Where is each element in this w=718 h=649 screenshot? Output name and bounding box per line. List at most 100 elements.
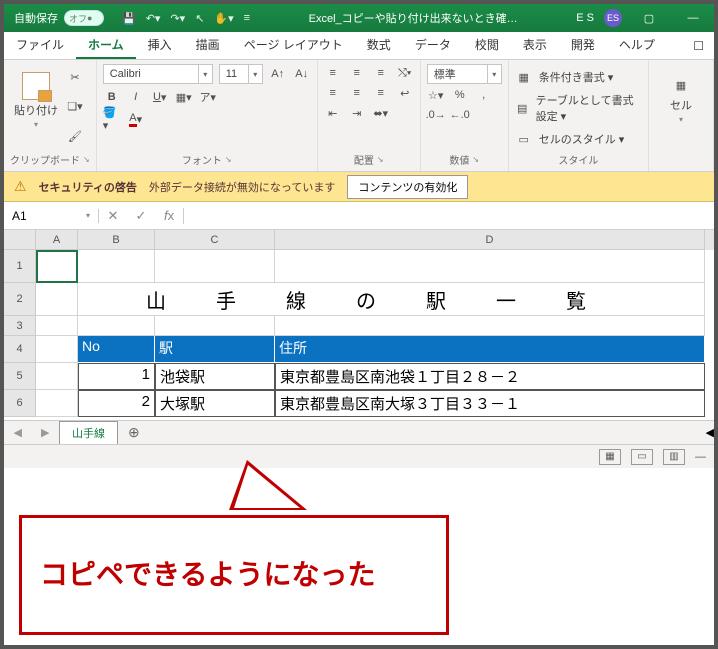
- align-top-icon[interactable]: ≡: [324, 64, 342, 82]
- hscroll-left-icon[interactable]: ◀: [706, 426, 714, 439]
- tab-help[interactable]: ヘルプ: [607, 31, 667, 59]
- table-row[interactable]: 東京都豊島区南大塚３丁目３３－１: [275, 390, 705, 417]
- spreadsheet-grid[interactable]: A B C D 1 2 山手線の駅一覧 3 4 No 駅 住所 5: [4, 230, 714, 420]
- minimize-icon[interactable]: —: [676, 4, 710, 32]
- row-header-6[interactable]: 6: [4, 390, 36, 417]
- font-color-icon[interactable]: A▾: [127, 110, 145, 128]
- table-row[interactable]: 1: [78, 363, 155, 390]
- qat-dropdown-icon[interactable]: ≡: [244, 12, 250, 24]
- th-address[interactable]: 住所: [275, 336, 705, 363]
- cells-button[interactable]: ▦ セル▾: [655, 64, 707, 136]
- fx-icon[interactable]: fx: [155, 208, 183, 224]
- font-name-combo[interactable]: Calibri▾: [103, 64, 213, 84]
- tab-insert[interactable]: 挿入: [136, 31, 184, 59]
- tab-layout[interactable]: ページ レイアウト: [232, 31, 355, 59]
- underline-button[interactable]: U▾: [151, 88, 169, 106]
- decrease-indent-icon[interactable]: ⇤: [324, 104, 342, 122]
- bold-button[interactable]: B: [103, 88, 121, 106]
- border-icon[interactable]: ▦▾: [175, 88, 193, 106]
- row-header-5[interactable]: 5: [4, 363, 36, 390]
- avatar[interactable]: ES: [604, 9, 622, 27]
- row-header-1[interactable]: 1: [4, 250, 36, 283]
- align-middle-icon[interactable]: ≡: [348, 64, 366, 82]
- increase-font-icon[interactable]: A↑: [269, 65, 287, 83]
- undo-icon[interactable]: ↶▾: [146, 12, 161, 25]
- autosave-toggle[interactable]: 自動保存 オフ●: [4, 10, 114, 26]
- zoom-out-icon[interactable]: —: [695, 451, 706, 463]
- tab-developer[interactable]: 開発: [559, 31, 607, 59]
- save-icon[interactable]: 💾: [122, 12, 136, 25]
- page-break-view-icon[interactable]: ▥: [663, 449, 685, 465]
- currency-icon[interactable]: ☆▾: [427, 86, 445, 104]
- dialog-launcher-icon[interactable]: ↘: [83, 155, 90, 164]
- decrease-font-icon[interactable]: A↓: [293, 65, 311, 83]
- tab-nav-prev-icon[interactable]: ◀: [14, 426, 22, 439]
- page-layout-view-icon[interactable]: ▭: [631, 449, 653, 465]
- tab-home[interactable]: ホーム: [76, 31, 136, 59]
- italic-button[interactable]: I: [127, 88, 145, 106]
- sheet-tab[interactable]: 山手線: [59, 421, 118, 444]
- tab-formulas[interactable]: 数式: [355, 31, 403, 59]
- cell-styles-button[interactable]: ▭セルのスタイル ▾: [515, 130, 642, 148]
- toggle-off-icon[interactable]: オフ●: [64, 10, 104, 26]
- merge-icon[interactable]: ⬌▾: [372, 104, 390, 122]
- cursor-icon[interactable]: ↖: [195, 12, 204, 25]
- th-no[interactable]: No: [78, 336, 155, 363]
- cell-title[interactable]: 山手線の駅一覧: [78, 283, 705, 316]
- fill-color-icon[interactable]: 🪣▾: [103, 110, 121, 128]
- table-row[interactable]: 池袋駅: [155, 363, 275, 390]
- format-as-table-button[interactable]: ▤テーブルとして書式設定 ▾: [515, 92, 642, 124]
- row-header-3[interactable]: 3: [4, 316, 36, 336]
- col-header-A[interactable]: A: [36, 230, 78, 250]
- increase-indent-icon[interactable]: ⇥: [348, 104, 366, 122]
- cell-D1[interactable]: [275, 250, 705, 283]
- font-size-combo[interactable]: 11▾: [219, 64, 263, 84]
- ribbon-display-icon[interactable]: ▢: [632, 4, 666, 32]
- wrap-text-icon[interactable]: ↩: [396, 84, 414, 102]
- cell-A1[interactable]: [36, 250, 78, 283]
- cancel-icon[interactable]: ✕: [99, 208, 127, 224]
- redo-icon[interactable]: ↷▾: [170, 12, 185, 25]
- touch-icon[interactable]: ✋▾: [214, 12, 233, 25]
- format-painter-icon[interactable]: 🖌: [66, 127, 84, 145]
- align-right-icon[interactable]: ≡: [372, 84, 390, 102]
- th-station[interactable]: 駅: [155, 336, 275, 363]
- comma-icon[interactable]: ,: [475, 86, 493, 104]
- conditional-formatting-button[interactable]: ▦条件付き書式 ▾: [515, 68, 642, 86]
- tab-view[interactable]: 表示: [511, 31, 559, 59]
- tab-data[interactable]: データ: [403, 31, 463, 59]
- add-sheet-icon[interactable]: ⊕: [118, 424, 150, 441]
- col-header-D[interactable]: D: [275, 230, 705, 250]
- enter-icon[interactable]: ✓: [127, 208, 155, 224]
- table-row[interactable]: 2: [78, 390, 155, 417]
- dialog-launcher-icon[interactable]: ↘: [225, 155, 232, 164]
- align-center-icon[interactable]: ≡: [348, 84, 366, 102]
- tab-draw[interactable]: 描画: [184, 31, 232, 59]
- tab-review[interactable]: 校閲: [463, 31, 511, 59]
- decrease-decimal-icon[interactable]: ←.0: [451, 106, 469, 124]
- table-row[interactable]: 東京都豊島区南池袋１丁目２８－２: [275, 363, 705, 390]
- dialog-launcher-icon[interactable]: ↘: [472, 155, 479, 164]
- select-all-box[interactable]: [4, 230, 36, 250]
- tab-nav-next-icon[interactable]: ▶: [41, 426, 49, 439]
- share-button[interactable]: ☐: [681, 34, 714, 59]
- cell-C1[interactable]: [155, 250, 275, 283]
- orientation-icon[interactable]: ⤭▾: [396, 64, 414, 82]
- table-row[interactable]: 大塚駅: [155, 390, 275, 417]
- row-header-4[interactable]: 4: [4, 336, 36, 363]
- dialog-launcher-icon[interactable]: ↘: [377, 155, 384, 164]
- cell-A2[interactable]: [36, 283, 78, 316]
- paste-button[interactable]: 貼り付け ▾: [10, 64, 62, 136]
- col-header-C[interactable]: C: [155, 230, 275, 250]
- cut-icon[interactable]: ✂: [66, 69, 84, 87]
- enable-content-button[interactable]: コンテンツの有効化: [347, 175, 468, 199]
- percent-icon[interactable]: %: [451, 86, 469, 104]
- name-box[interactable]: A1▾: [4, 209, 99, 223]
- phonetic-icon[interactable]: ア▾: [199, 88, 217, 106]
- align-left-icon[interactable]: ≡: [324, 84, 342, 102]
- tab-file[interactable]: ファイル: [4, 31, 76, 59]
- align-bottom-icon[interactable]: ≡: [372, 64, 390, 82]
- number-format-combo[interactable]: 標準▾: [427, 64, 502, 84]
- copy-icon[interactable]: ❏▾: [66, 98, 84, 116]
- increase-decimal-icon[interactable]: .0→: [427, 106, 445, 124]
